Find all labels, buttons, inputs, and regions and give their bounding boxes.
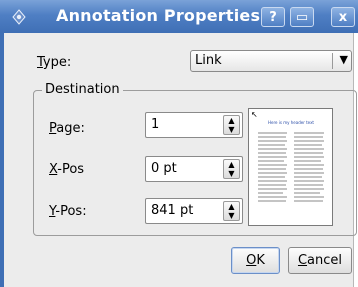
type-combobox[interactable]: Link ▼ bbox=[190, 50, 352, 72]
chevron-down-icon[interactable]: ▼ bbox=[340, 53, 348, 66]
xpos-label: X-Pos bbox=[49, 162, 85, 177]
preview-text-lines bbox=[258, 132, 324, 202]
page-spinbox[interactable]: 1 ▲ ▼ bbox=[145, 112, 243, 138]
close-button[interactable]: x bbox=[331, 7, 355, 27]
spin-up-icon[interactable]: ▲ bbox=[224, 202, 239, 211]
spin-up-icon[interactable]: ▲ bbox=[224, 160, 239, 169]
spin-down-icon[interactable]: ▼ bbox=[224, 125, 239, 134]
xpos-spinbox[interactable]: 0 pt ▲ ▼ bbox=[145, 156, 243, 182]
maximize-button[interactable]: ▭ bbox=[290, 7, 314, 27]
ypos-label: Y-Pos: bbox=[49, 204, 87, 219]
combobox-separator bbox=[332, 53, 333, 69]
title-bar[interactable]: Annotation Properties ? ▭ x bbox=[0, 0, 358, 33]
spin-up-icon[interactable]: ▲ bbox=[224, 116, 239, 125]
ypos-spinbox[interactable]: 841 pt ▲ ▼ bbox=[145, 198, 243, 224]
ok-button[interactable]: OK bbox=[231, 247, 280, 274]
page-value: 1 bbox=[151, 117, 160, 132]
spin-down-icon[interactable]: ▼ bbox=[224, 169, 239, 178]
help-button[interactable]: ? bbox=[261, 7, 285, 27]
destination-group-title: Destination bbox=[42, 82, 123, 97]
spin-down-icon[interactable]: ▼ bbox=[224, 211, 239, 220]
xpos-spin-arrows[interactable]: ▲ ▼ bbox=[223, 159, 240, 179]
ypos-value: 841 pt bbox=[151, 203, 194, 218]
page-spin-arrows[interactable]: ▲ ▼ bbox=[223, 115, 240, 135]
ypos-spin-arrows[interactable]: ▲ ▼ bbox=[223, 201, 240, 221]
xpos-value: 0 pt bbox=[151, 161, 177, 176]
page-preview[interactable]: ↖ Here is my header text bbox=[248, 108, 333, 226]
annotation-properties-dialog: Annotation Properties ? ▭ x Type: Link ▼… bbox=[0, 0, 358, 287]
window-title: Annotation Properties bbox=[56, 6, 261, 25]
type-combobox-value: Link bbox=[195, 53, 222, 68]
app-icon bbox=[12, 9, 26, 25]
cancel-button[interactable]: Cancel bbox=[288, 247, 352, 274]
page-label: Page: bbox=[49, 121, 85, 136]
window-left-border bbox=[0, 33, 4, 287]
type-label: Type: bbox=[37, 55, 72, 70]
